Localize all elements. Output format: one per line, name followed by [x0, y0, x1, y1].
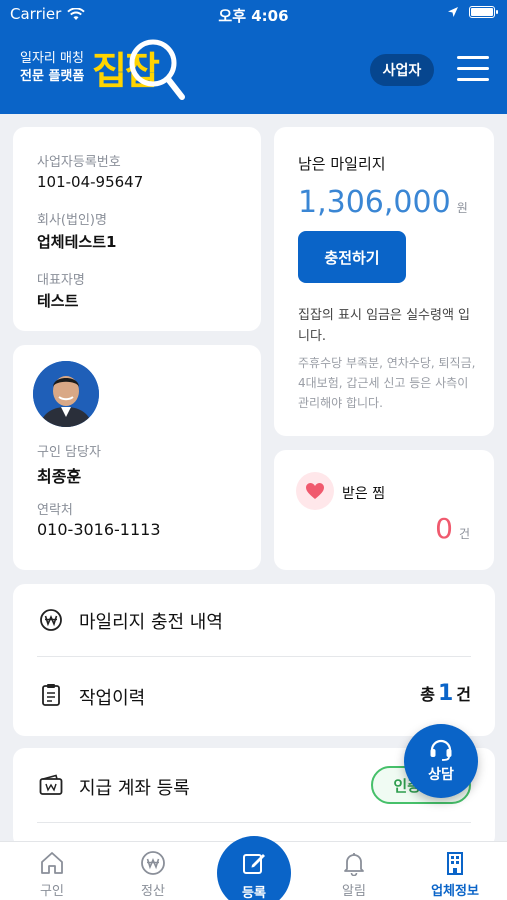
- status-right: [447, 6, 498, 18]
- work-count-prefix: 총: [420, 685, 435, 704]
- menu-button[interactable]: [457, 56, 489, 82]
- likes-count-row: 0 건: [435, 512, 470, 545]
- ceo-value: 테스트: [37, 292, 79, 310]
- tab-hiring-icon-wrap: [12, 850, 92, 876]
- mileage-history-row[interactable]: 마일리지 충전 내역: [13, 584, 495, 656]
- history-menu-card: 마일리지 충전 내역 작업이력 총 1 건: [13, 584, 495, 736]
- tab-register-label: 등록: [242, 886, 266, 900]
- mileage-amount: 1,306,000: [298, 185, 451, 220]
- manager-role-label: 구인 담당자: [37, 445, 101, 460]
- menu-icon-bar: [457, 67, 489, 70]
- won-coin-icon: [39, 608, 63, 632]
- status-bar: Carrier 오후 4:06: [0, 0, 507, 28]
- manager-name: 최종훈: [37, 467, 82, 486]
- edit-pencil-icon: [243, 854, 265, 874]
- work-history-label: 작업이력: [79, 688, 146, 709]
- contact-label: 연락처: [37, 503, 73, 518]
- company-info-card: 사업자등록번호 101-04-95647 회사(법인)명 업체테스트1 대표자명…: [13, 127, 261, 331]
- business-mode-button[interactable]: 사업자: [370, 54, 434, 86]
- consult-label: 상담: [428, 767, 454, 783]
- consult-button[interactable]: 상담: [404, 724, 478, 798]
- likes-unit: 건: [458, 527, 470, 541]
- ceo-label: 대표자명: [37, 273, 85, 288]
- magnifier-logo-icon: [129, 39, 185, 100]
- logo-tagline-line2: 전문 플랫폼: [20, 69, 85, 84]
- status-time: 오후 4:06: [218, 7, 289, 25]
- tab-company-info-label: 업체정보: [431, 884, 479, 899]
- clipboard-icon: [39, 683, 63, 707]
- logo-tagline: 일자리 매칭 전문 플랫폼: [20, 50, 84, 86]
- location-arrow-icon: [448, 7, 458, 17]
- menu-icon-bar: [457, 56, 489, 59]
- charge-button[interactable]: 충전하기: [298, 231, 406, 283]
- divider: [37, 822, 471, 823]
- likes-card[interactable]: 받은 찜 0 건: [274, 450, 494, 570]
- likes-count: 0: [435, 512, 453, 545]
- tab-company-info[interactable]: 업체정보: [415, 842, 495, 900]
- manager-card: 구인 담당자 최종훈 연락처 010-3016-1113: [13, 345, 261, 570]
- mileage-unit: 원: [456, 201, 468, 215]
- tab-settlement-icon-wrap: [113, 850, 193, 876]
- tab-settlement[interactable]: 정산: [113, 842, 193, 900]
- mileage-history-label: 마일리지 충전 내역: [79, 612, 223, 633]
- tab-alerts-icon-wrap: [314, 850, 394, 876]
- logo-tagline-line1: 일자리 매칭: [20, 51, 84, 66]
- reg-no-value: 101-04-95647: [37, 173, 144, 191]
- tab-settlement-label: 정산: [141, 884, 165, 899]
- headset-icon: [430, 739, 452, 761]
- tab-register[interactable]: 등록: [217, 836, 291, 900]
- tab-hiring[interactable]: 구인: [12, 842, 92, 900]
- heart-icon: [296, 472, 334, 510]
- tab-alerts-label: 알림: [342, 884, 366, 899]
- company-name-label: 회사(법인)명: [37, 213, 107, 228]
- wallet-icon: [39, 773, 63, 797]
- account-register-label: 지급 계좌 등록: [79, 778, 190, 799]
- work-count-unit: 건: [456, 685, 471, 704]
- manager-avatar: [33, 361, 99, 427]
- tab-alerts[interactable]: 알림: [314, 842, 394, 900]
- home-icon: [41, 852, 63, 874]
- mileage-title: 남은 마일리지: [298, 155, 386, 173]
- battery-icon: [469, 6, 498, 18]
- mileage-card: 남은 마일리지 1,306,000 원 충전하기 집잡의 표시 임금은 실수령액…: [274, 127, 494, 436]
- building-icon: [447, 852, 463, 875]
- reg-no-label: 사업자등록번호: [37, 155, 121, 170]
- tab-hiring-label: 구인: [40, 884, 64, 899]
- wage-notice-detail: 주휴수당 부족분, 연차수당, 퇴직금, 4대보험, 갑근세 신고 등은 사측이…: [298, 356, 476, 410]
- likes-title: 받은 찜: [342, 486, 386, 502]
- work-count-value: 1: [437, 681, 454, 706]
- menu-icon-bar: [457, 78, 489, 81]
- wage-notice: 집잡의 표시 임금은 실수령액 입니다.: [298, 308, 471, 344]
- work-history-row[interactable]: 작업이력 총 1 건: [13, 657, 495, 733]
- tab-company-info-icon-wrap: [415, 850, 495, 876]
- manager-phone: 010-3016-1113: [37, 520, 161, 539]
- company-name-value: 업체테스트1: [37, 233, 117, 251]
- bell-icon: [344, 853, 364, 876]
- mileage-amount-row: 1,306,000 원: [298, 185, 468, 220]
- app-header: 일자리 매칭 전문 플랫폼 집잡 사업자: [0, 28, 507, 114]
- work-count: 총 1 건: [420, 681, 471, 706]
- won-coin-icon: [141, 851, 165, 875]
- person-photo-icon: [33, 361, 99, 427]
